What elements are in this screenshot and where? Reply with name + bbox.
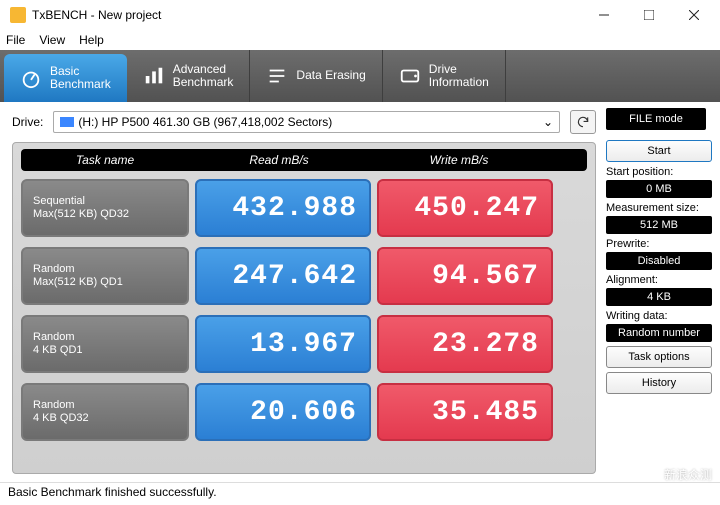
prewrite-label: Prewrite: <box>606 238 712 250</box>
alignment-value[interactable]: 4 KB <box>606 288 712 306</box>
task-cell[interactable]: Random4 KB QD32 <box>21 383 189 441</box>
task-cell[interactable]: SequentialMax(512 KB) QD32 <box>21 179 189 237</box>
close-button[interactable] <box>671 0 716 30</box>
task-cell[interactable]: RandomMax(512 KB) QD1 <box>21 247 189 305</box>
col-task: Task name <box>21 153 189 167</box>
read-value: 20.606 <box>195 383 371 441</box>
read-value: 432.988 <box>195 179 371 237</box>
alignment-label: Alignment: <box>606 274 712 286</box>
file-mode-button[interactable]: FILE mode <box>606 108 706 130</box>
refresh-icon <box>576 115 590 129</box>
prewrite-value[interactable]: Disabled <box>606 252 712 270</box>
writing-data-label: Writing data: <box>606 310 712 322</box>
read-value: 247.642 <box>195 247 371 305</box>
tab-basic-benchmark[interactable]: Basic Benchmark <box>4 54 127 102</box>
write-value: 94.567 <box>377 247 553 305</box>
tab-bar: Basic Benchmark Advanced Benchmark Data … <box>0 50 720 102</box>
start-position-label: Start position: <box>606 166 712 178</box>
app-icon <box>10 7 26 23</box>
table-row: Random4 KB QD32 20.606 35.485 <box>21 383 587 441</box>
table-row: Random4 KB QD1 13.967 23.278 <box>21 315 587 373</box>
table-row: RandomMax(512 KB) QD1 247.642 94.567 <box>21 247 587 305</box>
window-title: TxBENCH - New project <box>32 8 581 22</box>
write-value: 450.247 <box>377 179 553 237</box>
refresh-button[interactable] <box>570 110 596 134</box>
col-read: Read mB/s <box>189 153 369 167</box>
minimize-button[interactable] <box>581 0 626 30</box>
tab-label: Drive Information <box>429 63 489 89</box>
tab-advanced-benchmark[interactable]: Advanced Benchmark <box>127 50 251 102</box>
drive-icon <box>399 65 421 87</box>
tab-drive-information[interactable]: Drive Information <box>383 50 506 102</box>
menu-help[interactable]: Help <box>79 33 104 47</box>
measurement-size-value[interactable]: 512 MB <box>606 216 712 234</box>
history-button[interactable]: History <box>606 372 712 394</box>
read-value: 13.967 <box>195 315 371 373</box>
tab-label: Basic Benchmark <box>50 65 111 91</box>
disk-icon <box>60 117 74 127</box>
chevron-down-icon: ⌄ <box>543 115 553 129</box>
write-value: 35.485 <box>377 383 553 441</box>
status-bar: Basic Benchmark finished successfully. <box>0 482 720 502</box>
drive-label: Drive: <box>12 115 43 129</box>
tab-label: Data Erasing <box>296 69 365 82</box>
writing-data-value[interactable]: Random number <box>606 324 712 342</box>
menu-bar: File View Help <box>0 30 720 50</box>
table-row: SequentialMax(512 KB) QD32 432.988 450.2… <box>21 179 587 237</box>
maximize-button[interactable] <box>626 0 671 30</box>
results-grid: Task name Read mB/s Write mB/s Sequentia… <box>12 142 596 474</box>
drive-value: (H:) HP P500 461.30 GB (967,418,002 Sect… <box>78 115 332 129</box>
start-position-value[interactable]: 0 MB <box>606 180 712 198</box>
task-options-button[interactable]: Task options <box>606 346 712 368</box>
measurement-size-label: Measurement size: <box>606 202 712 214</box>
title-bar: TxBENCH - New project <box>0 0 720 30</box>
bars-icon <box>143 65 165 87</box>
tab-label: Advanced Benchmark <box>173 63 234 89</box>
menu-view[interactable]: View <box>39 33 65 47</box>
start-button[interactable]: Start <box>606 140 712 162</box>
menu-file[interactable]: File <box>6 33 25 47</box>
write-value: 23.278 <box>377 315 553 373</box>
tab-data-erasing[interactable]: Data Erasing <box>250 50 382 102</box>
erase-icon <box>266 65 288 87</box>
gauge-icon <box>20 67 42 89</box>
col-write: Write mB/s <box>369 153 549 167</box>
task-cell[interactable]: Random4 KB QD1 <box>21 315 189 373</box>
drive-select[interactable]: (H:) HP P500 461.30 GB (967,418,002 Sect… <box>53 111 560 133</box>
